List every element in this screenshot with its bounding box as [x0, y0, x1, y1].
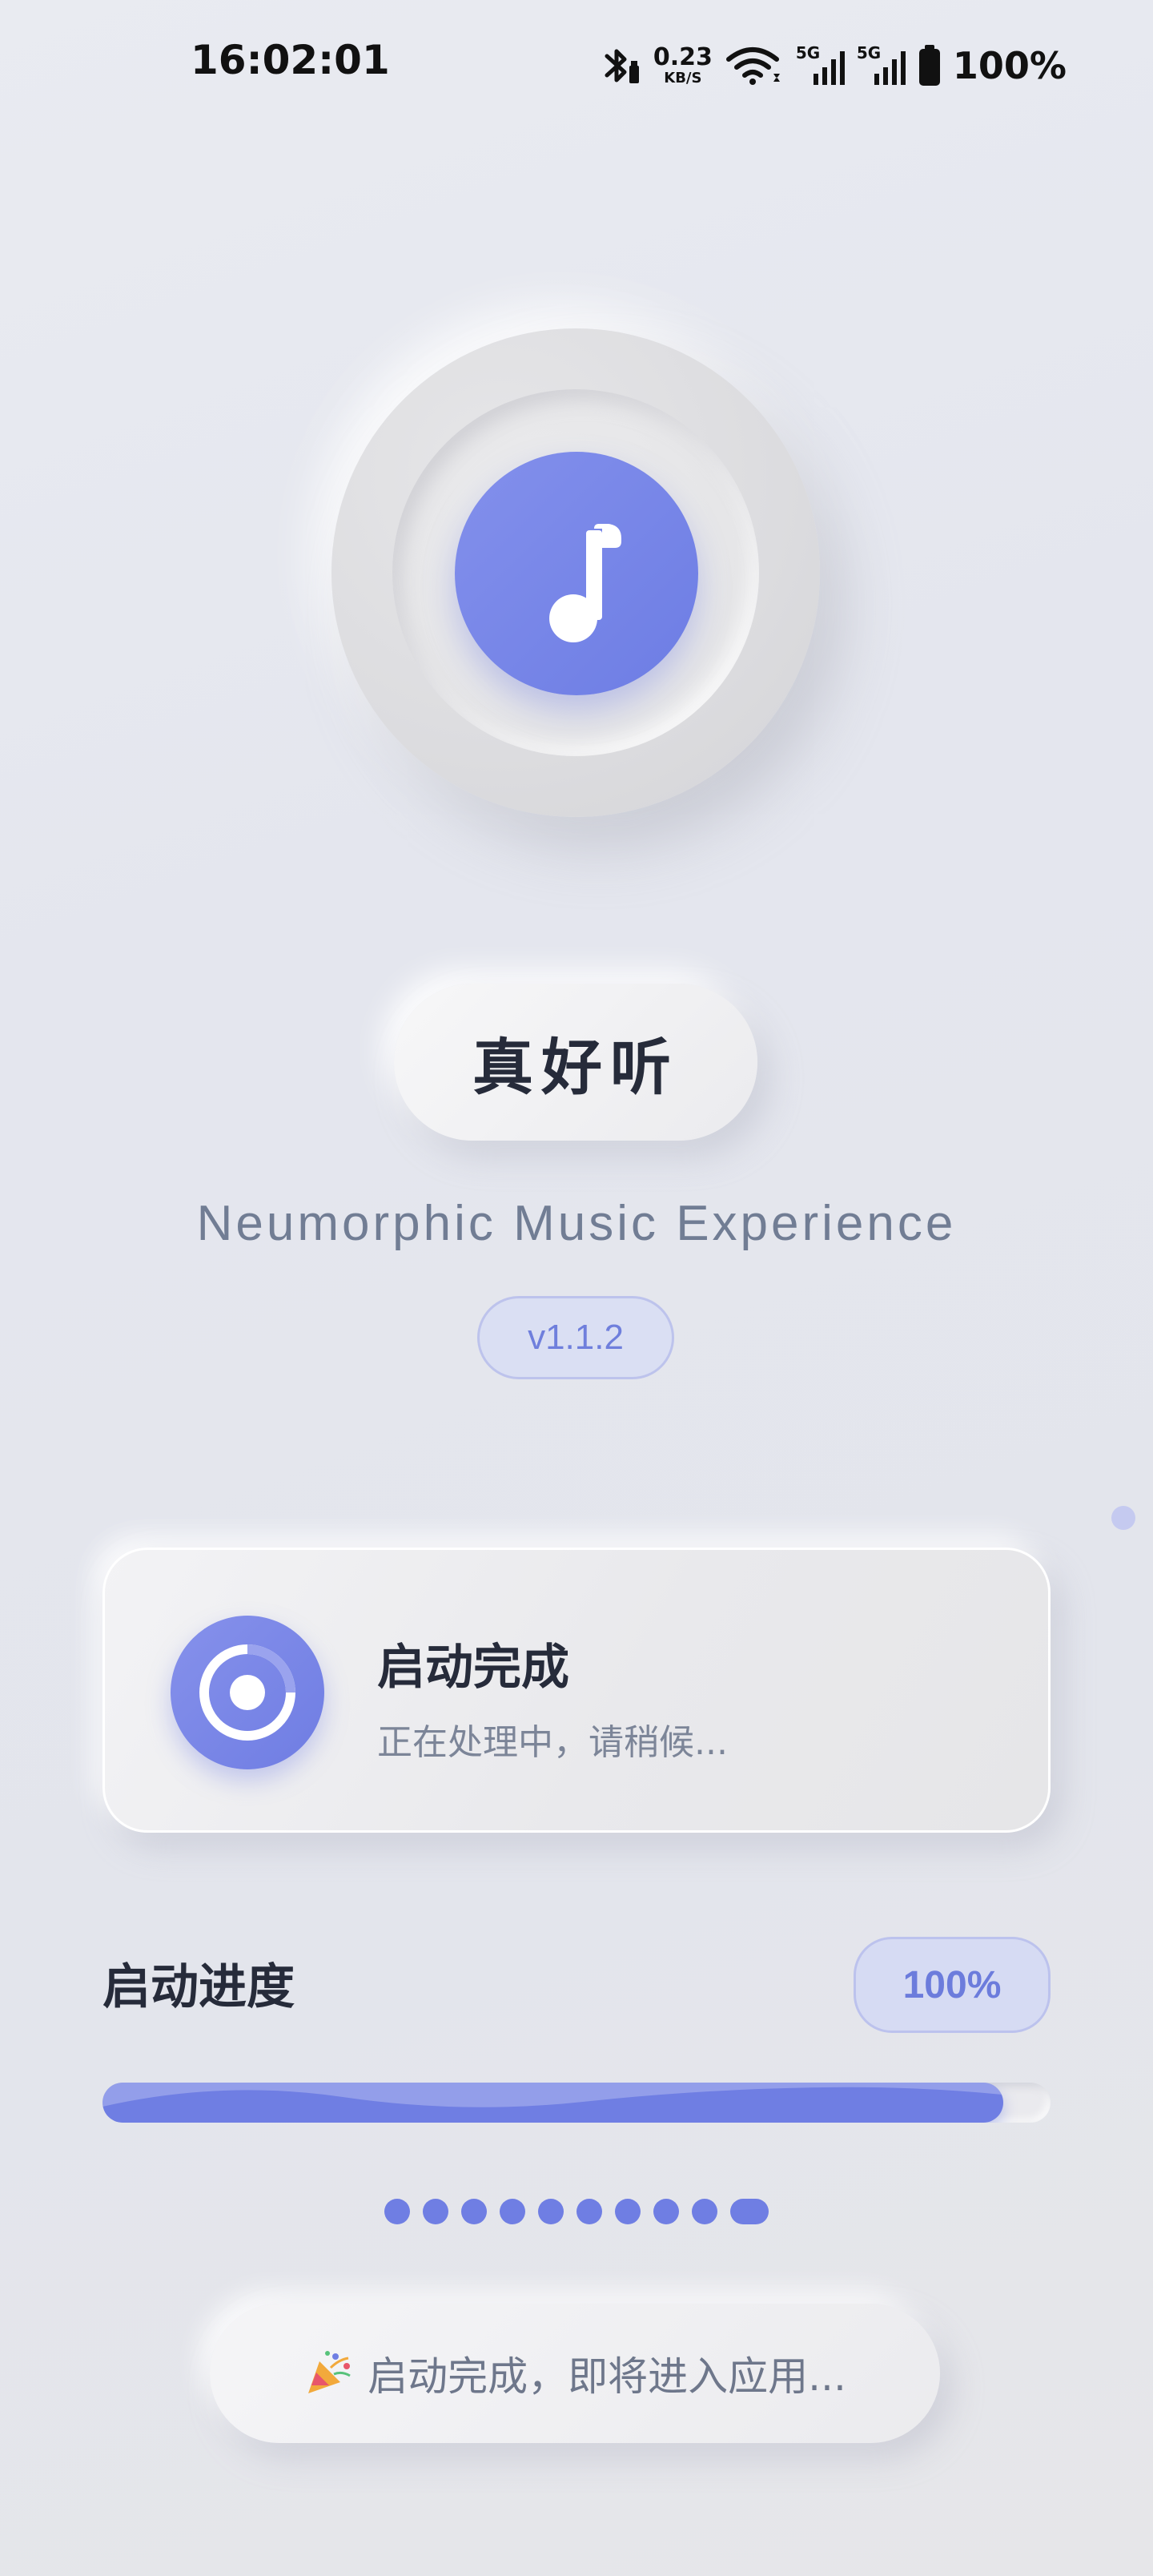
dot [384, 2199, 410, 2224]
network-speed-unit: KB/S [664, 70, 702, 87]
version-badge: v1.1.2 [477, 1296, 674, 1379]
progress-label: 启动进度 [102, 1959, 295, 2015]
progress-fill [102, 2083, 1003, 2123]
dot [576, 2199, 602, 2224]
spinner-icon [199, 1644, 295, 1741]
loading-dots [0, 2198, 1153, 2225]
signal-icon: 5G [796, 43, 846, 88]
clock: 16:02:01 [191, 37, 390, 83]
progress-wave [102, 2083, 1003, 2107]
status-icons: 0.23 KB/S 5G 5G 100% [601, 40, 1067, 91]
battery-icon [918, 45, 940, 86]
bluetooth-icon [605, 49, 639, 83]
dot [500, 2199, 525, 2224]
progress-track [102, 2083, 1051, 2123]
dot [538, 2199, 564, 2224]
dot [692, 2199, 717, 2224]
battery-percent: 100% [952, 44, 1067, 87]
dot-active [730, 2199, 769, 2224]
status-subtitle: 正在处理中，请稍候... [377, 1722, 728, 1763]
progress-percent-badge: 100% [854, 1937, 1051, 2033]
music-note-icon [549, 524, 621, 642]
dot [461, 2199, 487, 2224]
app-title: 真好听 [472, 1032, 679, 1103]
dot [615, 2199, 641, 2224]
completion-toast: 启动完成，即将进入应用... [210, 2304, 940, 2443]
network-speed: 0.23 KB/S [653, 46, 713, 86]
floating-dot [1111, 1506, 1135, 1530]
status-title: 启动完成 [377, 1640, 569, 1696]
logo-disc [455, 452, 698, 695]
signal-icon: 5G [857, 43, 906, 88]
app-title-pill: 真好听 [394, 984, 757, 1141]
wifi-icon [725, 47, 780, 85]
app-subtitle: Neumorphic Music Experience [196, 1196, 957, 1251]
party-popper-icon [308, 2351, 351, 2393]
toast-text: 启动完成，即将进入应用... [368, 2353, 846, 2400]
network-speed-value: 0.23 [653, 43, 713, 71]
status-card: 启动完成 正在处理中，请稍候... [102, 1548, 1051, 1833]
dot [653, 2199, 679, 2224]
dot [423, 2199, 448, 2224]
status-bar: 16:02:01 0.23 KB/S 5G 5G 100% [0, 0, 1153, 131]
loading-spinner [171, 1616, 324, 1769]
app-logo [331, 328, 820, 817]
